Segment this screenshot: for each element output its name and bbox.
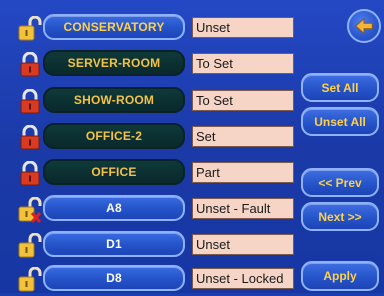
open-padlock-fault-icon[interactable] xyxy=(18,197,42,223)
zone-button[interactable]: CONSERVATORY xyxy=(43,14,185,40)
zone-status-field: Unset - Fault xyxy=(192,198,294,219)
closed-padlock-icon[interactable] xyxy=(18,52,42,78)
zone-row: D1 Unset xyxy=(0,230,300,262)
back-button[interactable] xyxy=(347,9,381,43)
closed-padlock-icon[interactable] xyxy=(18,125,42,151)
zone-button[interactable]: SERVER-ROOM xyxy=(43,50,185,76)
zone-control-screen: CONSERVATORY Unset SERVER-ROOM To Set SH… xyxy=(0,0,384,293)
zone-row: SERVER-ROOM To Set xyxy=(0,49,300,81)
zone-button[interactable]: OFFICE-2 xyxy=(43,123,185,149)
closed-padlock-icon[interactable] xyxy=(18,89,42,115)
open-padlock-icon[interactable] xyxy=(18,233,42,259)
zone-status-field: To Set xyxy=(192,90,294,111)
zone-button[interactable]: OFFICE xyxy=(43,159,185,185)
zone-row: D8 Unset - Locked xyxy=(0,264,300,296)
zone-button[interactable]: A8 xyxy=(43,195,185,221)
zone-status-field: Set xyxy=(192,126,294,147)
zone-button[interactable]: D8 xyxy=(43,265,185,291)
next-button[interactable]: Next >> xyxy=(301,202,379,231)
zone-status-field: To Set xyxy=(192,53,294,74)
zone-status-field: Part xyxy=(192,162,294,183)
zone-row: OFFICE Part xyxy=(0,158,300,190)
zone-row: A8 Unset - Fault xyxy=(0,194,300,226)
zone-row: OFFICE-2 Set xyxy=(0,122,300,154)
set-all-button[interactable]: Set All xyxy=(301,73,379,102)
open-padlock-icon[interactable] xyxy=(18,16,42,42)
open-padlock-icon[interactable] xyxy=(18,267,42,293)
zone-status-field: Unset xyxy=(192,17,294,38)
zone-row: SHOW-ROOM To Set xyxy=(0,86,300,118)
apply-button[interactable]: Apply xyxy=(301,261,379,291)
unset-all-button[interactable]: Unset All xyxy=(301,107,379,136)
zone-button[interactable]: D1 xyxy=(43,231,185,257)
zone-status-field: Unset xyxy=(192,234,294,255)
closed-padlock-icon[interactable] xyxy=(18,161,42,187)
zone-status-field: Unset - Locked xyxy=(192,268,294,289)
back-arrow-icon xyxy=(355,17,373,35)
prev-button[interactable]: << Prev xyxy=(301,168,379,197)
zone-row: CONSERVATORY Unset xyxy=(0,13,300,45)
zone-button[interactable]: SHOW-ROOM xyxy=(43,87,185,113)
